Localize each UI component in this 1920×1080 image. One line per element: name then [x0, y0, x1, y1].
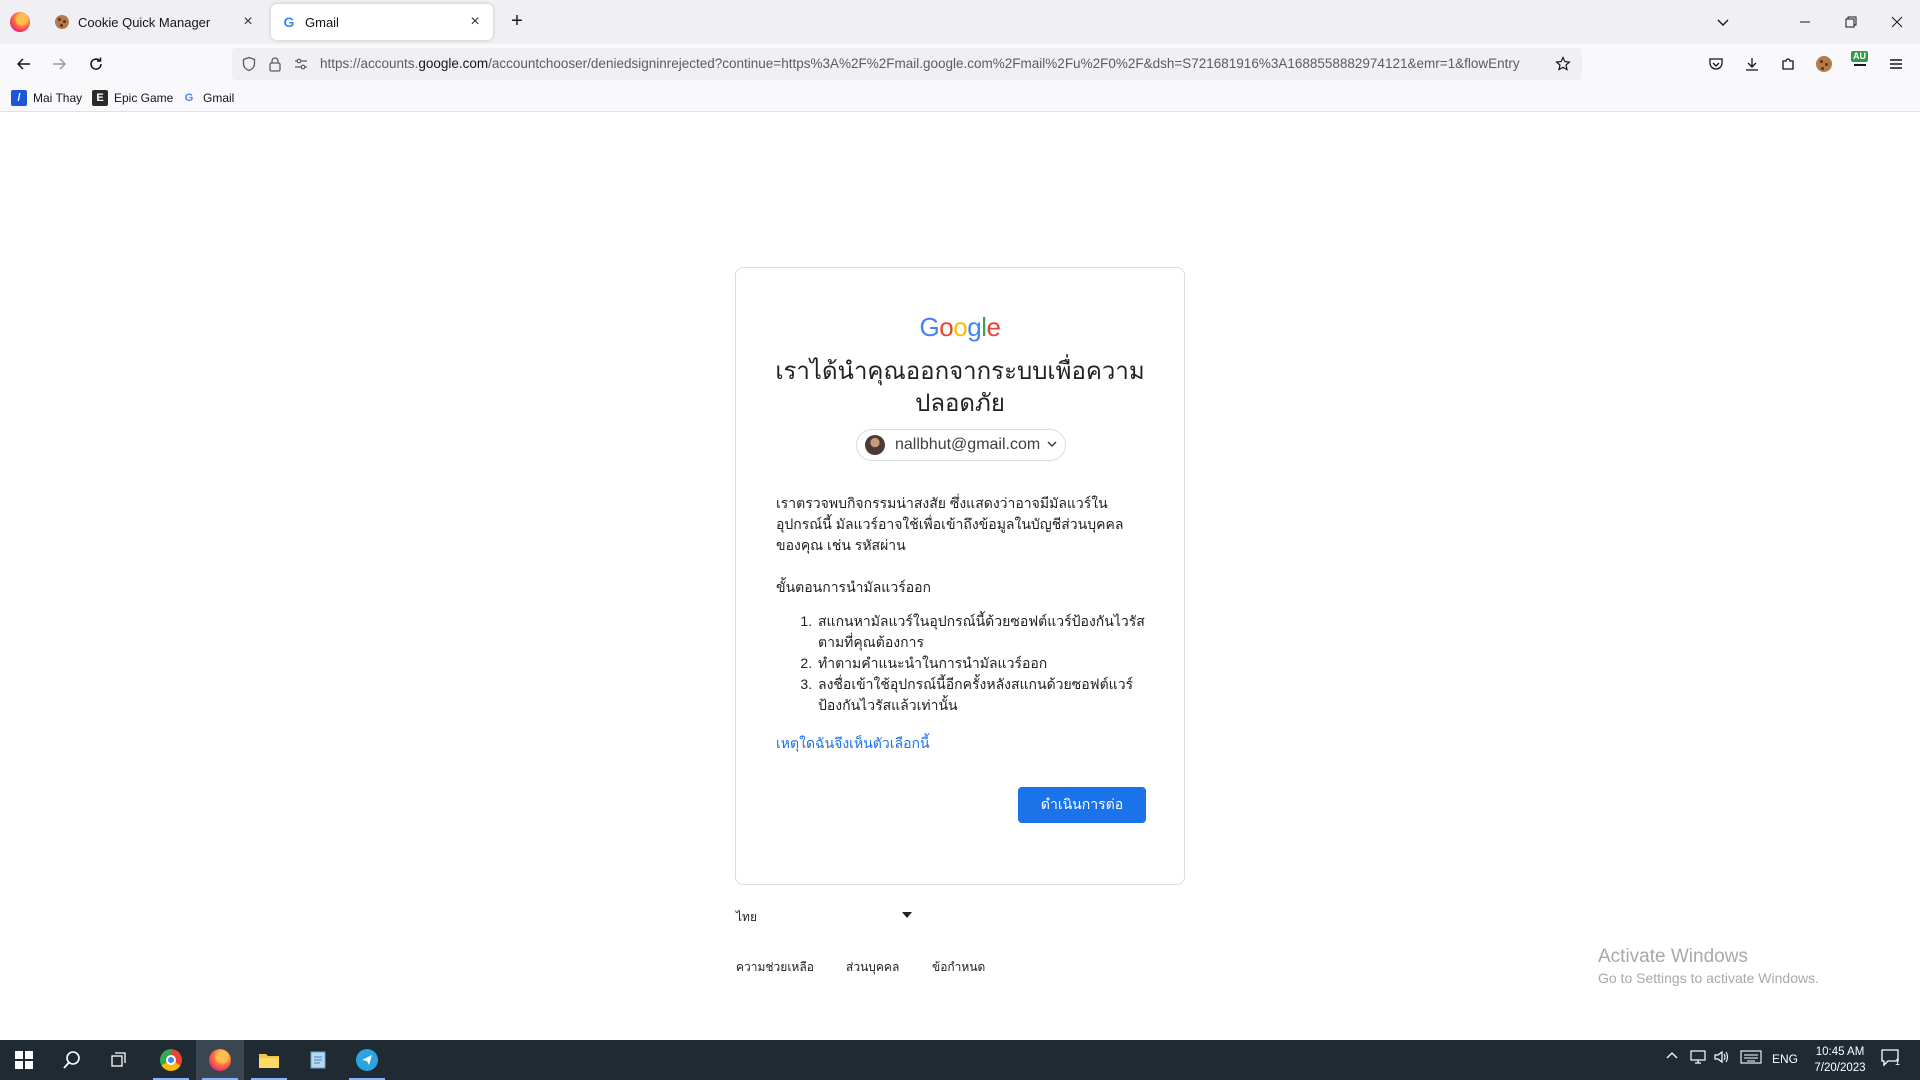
bookmark-label: Gmail — [203, 91, 235, 105]
extensions-puzzle-icon[interactable] — [1776, 52, 1800, 76]
logo-letter: G — [919, 312, 940, 342]
menu-hamburger-icon[interactable] — [1884, 52, 1908, 76]
search-icon[interactable] — [48, 1040, 96, 1080]
footer-link-help[interactable]: ความช่วยเหลือ — [736, 958, 814, 977]
language-value: ไทย — [736, 910, 757, 924]
language-select[interactable]: ไทย — [736, 908, 916, 928]
account-email: nallbhut@gmail.com — [895, 436, 1041, 453]
volume-icon[interactable] — [1714, 1050, 1730, 1067]
close-window-button[interactable] — [1874, 0, 1920, 44]
steps-list: สแกนหามัลแวร์ในอุปกรณ์นี้ด้วยซอฟต์แวร์ป้… — [816, 611, 1156, 716]
forward-arrow-icon[interactable] — [47, 52, 71, 76]
epic-games-icon: E — [92, 90, 108, 106]
chevron-down-icon — [1047, 438, 1057, 452]
page-title: เราได้นำคุณออกจากระบบเพื่อความปลอดภัย — [775, 358, 1145, 417]
account-chip[interactable]: nallbhut@gmail.com — [856, 429, 1066, 461]
logo-letter: e — [986, 312, 1001, 342]
notepad-icon[interactable] — [294, 1040, 342, 1080]
signin-card: Google เราได้นำคุณออกจากระบบเพื่อความปลอ… — [735, 267, 1185, 885]
tab-cookie-quick-manager[interactable]: Cookie Quick Manager × — [44, 4, 266, 40]
bookmark-label: Mai Thay — [33, 91, 83, 105]
restore-button[interactable] — [1828, 0, 1874, 44]
watermark-subtitle: Go to Settings to activate Windows. — [1598, 970, 1819, 986]
close-tab-icon[interactable]: × — [240, 13, 256, 31]
continue-button[interactable]: ดำเนินการต่อ — [1018, 787, 1146, 823]
windows-taskbar: ENG 10:45 AM 7/20/2023 1 — [0, 1040, 1920, 1080]
telegram-icon[interactable] — [343, 1040, 391, 1080]
pocket-icon[interactable] — [1704, 52, 1728, 76]
tab-label: Cookie Quick Manager — [78, 14, 211, 30]
url-prefix: https://accounts. — [320, 56, 419, 71]
keyboard-icon[interactable] — [1740, 1050, 1762, 1067]
bookmarks-toolbar: / Mai Thay E Epic Game G Gmail — [0, 84, 1920, 112]
address-bar[interactable]: https://accounts.google.com/accountchoos… — [232, 48, 1582, 80]
tab-gmail[interactable]: G Gmail × — [271, 4, 493, 40]
clock-time: 10:45 AM — [1815, 1046, 1865, 1058]
chrome-icon[interactable] — [147, 1040, 195, 1080]
network-icon[interactable] — [1690, 1050, 1706, 1067]
clock-date: 7/20/2023 — [1814, 1062, 1866, 1074]
list-item: ลงชื่อเข้าใช้อุปกรณ์นี้อีกครั้งหลังสแกนด… — [816, 674, 1156, 716]
logo-letter: g — [967, 312, 982, 342]
show-hidden-icons-icon[interactable] — [1666, 1050, 1678, 1065]
google-g-icon: G — [283, 14, 295, 30]
why-see-this-link[interactable]: เหตุใดฉันจึงเห็นตัวเลือกนี้ — [776, 733, 930, 755]
activate-windows-watermark: Activate Windows Go to Settings to activ… — [1598, 946, 1819, 986]
tab-label: Gmail — [305, 14, 339, 30]
url-domain: google.com — [418, 56, 489, 71]
malware-description: เราตรวจพบกิจกรรมน่าสงสัย ซึ่งแสดงว่าอาจม… — [776, 495, 1124, 553]
list-all-tabs-icon[interactable] — [1700, 0, 1746, 44]
bookmark-epic-game[interactable]: E Epic Game — [92, 90, 173, 106]
notification-count: 1 — [1895, 1057, 1901, 1067]
dropdown-arrow-icon — [902, 912, 912, 918]
tab-bar: Cookie Quick Manager × G Gmail × + — [0, 0, 1920, 44]
back-arrow-icon[interactable] — [12, 52, 36, 76]
cookie-icon — [54, 14, 70, 30]
translate-extension-icon[interactable]: AU — [1848, 51, 1872, 76]
system-clock[interactable]: 10:45 AM 7/20/2023 — [1800, 1044, 1880, 1076]
list-item: สแกนหามัลแวร์ในอุปกรณ์นี้ด้วยซอฟต์แวร์ป้… — [816, 611, 1156, 653]
logo-letter: o — [939, 312, 954, 342]
google-g-icon: G — [184, 92, 194, 104]
footer-link-privacy[interactable]: ส่วนบุคคล — [846, 958, 899, 977]
google-logo: Google — [736, 312, 1184, 343]
windows-start-icon[interactable] — [0, 1040, 48, 1080]
bookmark-star-icon[interactable] — [1554, 55, 1572, 73]
lock-icon[interactable] — [266, 55, 284, 73]
url-text[interactable]: https://accounts.google.com/accountchoos… — [320, 56, 1540, 71]
bookmark-label: Epic Game — [114, 91, 174, 105]
steps-title: ขั้นตอนการนำมัลแวร์ออก — [776, 579, 932, 595]
footer-link-terms[interactable]: ข้อกำหนด — [932, 958, 985, 977]
close-tab-icon[interactable]: × — [467, 13, 483, 31]
notification-center-icon[interactable]: 1 — [1880, 1048, 1910, 1072]
mai-thay-icon: / — [11, 90, 27, 106]
input-language[interactable]: ENG — [1772, 1052, 1798, 1066]
firefox-icon[interactable] — [10, 12, 30, 32]
bookmark-mai-thay[interactable]: / Mai Thay — [11, 90, 82, 106]
cookie-extension-icon[interactable] — [1812, 52, 1836, 76]
tracking-shield-icon[interactable] — [240, 55, 258, 73]
watermark-title: Activate Windows — [1598, 946, 1748, 967]
url-path: /accountchooser/deniedsigninrejected?con… — [488, 56, 1520, 71]
new-tab-button[interactable]: + — [505, 10, 529, 34]
downloads-icon[interactable] — [1740, 52, 1764, 76]
list-item: ทำตามคำแนะนำในการนำมัลแวร์ออก — [816, 653, 1156, 674]
minimize-button[interactable] — [1782, 0, 1828, 44]
logo-letter: o — [953, 312, 968, 342]
file-explorer-icon[interactable] — [245, 1040, 293, 1080]
firefox-taskbar-icon[interactable] — [196, 1040, 244, 1080]
extension-badge: AU — [1851, 51, 1868, 62]
bookmark-gmail[interactable]: G Gmail — [181, 90, 235, 106]
avatar — [865, 435, 885, 455]
reload-icon[interactable] — [84, 52, 108, 76]
navigation-toolbar: https://accounts.google.com/accountchoos… — [0, 44, 1920, 84]
permissions-icon[interactable] — [292, 55, 310, 73]
task-view-icon[interactable] — [96, 1040, 144, 1080]
